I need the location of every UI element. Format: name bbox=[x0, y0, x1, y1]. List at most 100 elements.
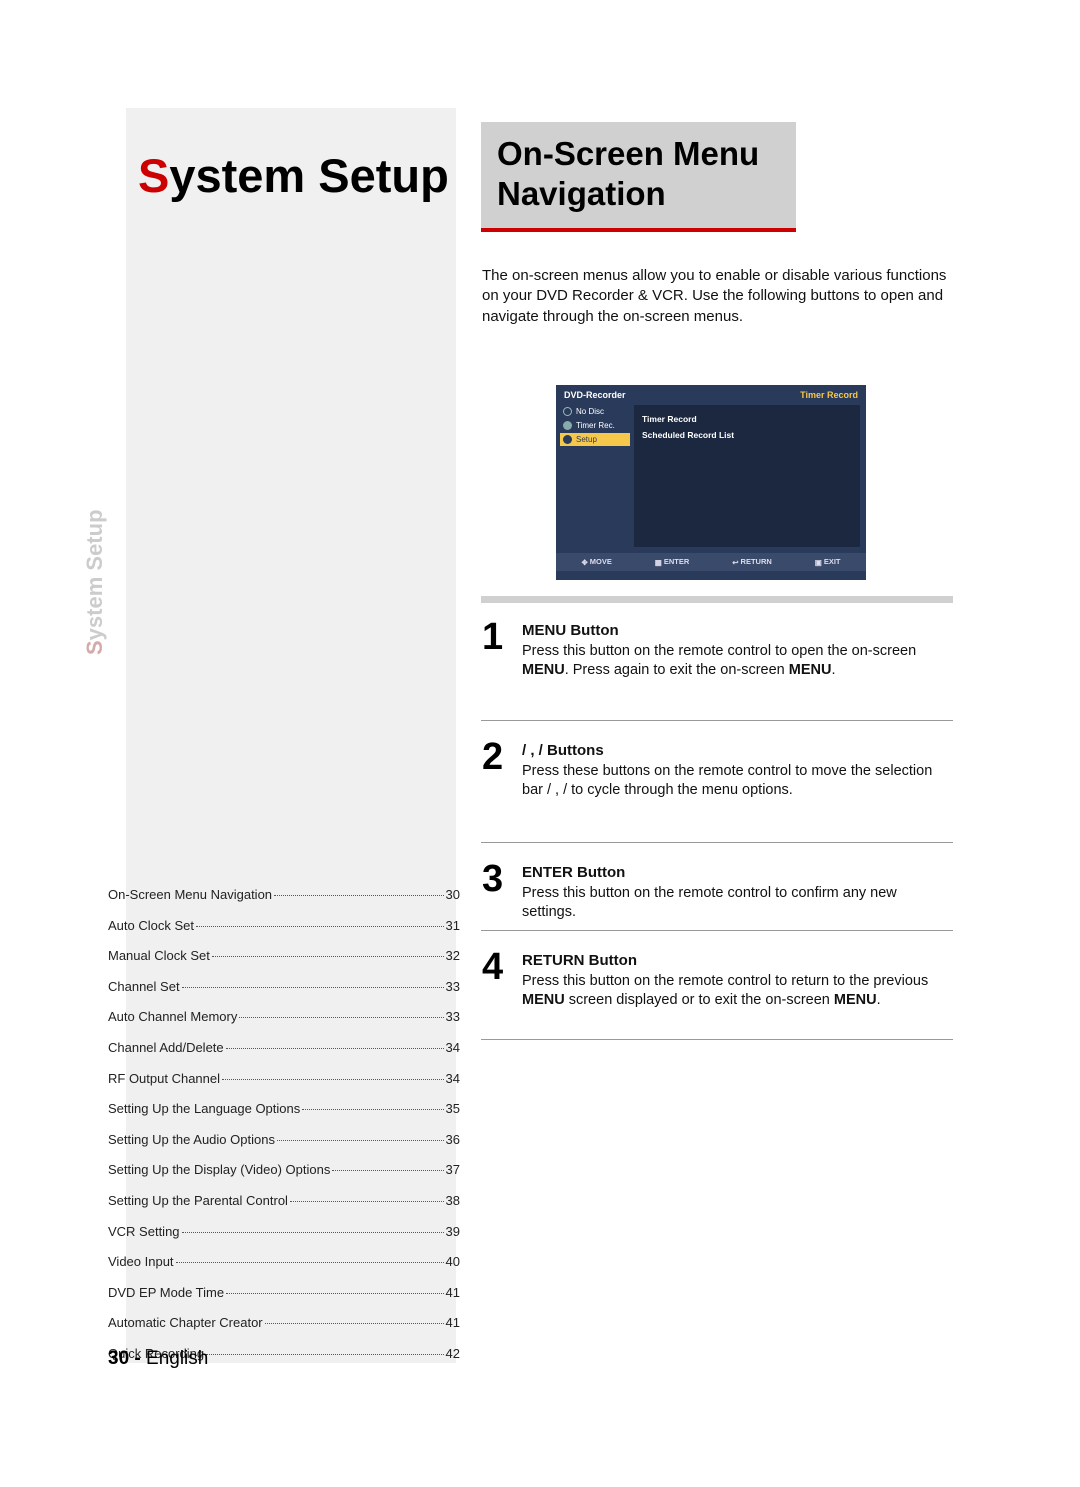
title-rest: ystem Setup bbox=[169, 149, 448, 202]
osd-left-label: Timer Rec. bbox=[576, 421, 615, 430]
title-s: S bbox=[138, 149, 169, 202]
step-text: . Press again to exit the on-screen bbox=[565, 662, 789, 678]
toc-page: 40 bbox=[446, 1254, 460, 1270]
osd-header: DVD-Recorder Timer Record bbox=[556, 385, 866, 403]
osd-right-panel: Timer Record Scheduled Record List bbox=[634, 405, 860, 547]
step-1: 1 MENU Button Press this button on the r… bbox=[482, 618, 954, 681]
toc-dots bbox=[302, 1109, 443, 1110]
step-body: / , / Buttons Press these buttons on the… bbox=[522, 738, 954, 801]
toc-label: On-Screen Menu Navigation bbox=[108, 887, 272, 903]
osd-left-item: No Disc bbox=[560, 405, 630, 418]
step-heading: RETURN Button bbox=[522, 952, 637, 969]
table-of-contents: On-Screen Menu Navigation 30 Auto Clock Se… bbox=[108, 887, 460, 1377]
toc-label: Video Input bbox=[108, 1254, 174, 1270]
toc-dots bbox=[226, 1048, 444, 1049]
osd-left-label: No Disc bbox=[576, 407, 604, 416]
toc-page: 31 bbox=[446, 918, 460, 934]
toc-page: 41 bbox=[446, 1315, 460, 1331]
step-heading: MENU Button bbox=[522, 622, 619, 639]
osd-footer: ✥MOVE ▦ENTER ↩RETURN ▣EXIT bbox=[556, 553, 866, 571]
toc-page: 35 bbox=[446, 1101, 460, 1117]
toc-dots bbox=[222, 1079, 444, 1080]
osd-footer-move: ✥MOVE bbox=[581, 557, 611, 567]
toc-row: Setting Up the Parental Control38 bbox=[108, 1193, 460, 1209]
step-body: ENTER Button Press this button on the re… bbox=[522, 860, 954, 923]
toc-label: Setting Up the Display (Video) Options bbox=[108, 1162, 330, 1178]
toc-row: RF Output Channel34 bbox=[108, 1071, 460, 1087]
section-title-line2: Navigation bbox=[497, 175, 666, 212]
step-divider bbox=[481, 842, 953, 843]
toc-dots bbox=[176, 1262, 444, 1263]
toc-dots bbox=[182, 1232, 444, 1233]
page-footer: 30 - English bbox=[108, 1348, 208, 1370]
toc-row: On-Screen Menu Navigation 30 bbox=[108, 887, 460, 903]
osd-left-label: Setup bbox=[576, 435, 597, 444]
toc-dots bbox=[265, 1323, 444, 1324]
osd-right-option: Timer Record bbox=[642, 411, 852, 427]
toc-dots bbox=[182, 987, 444, 988]
toc-page: 33 bbox=[446, 1009, 460, 1025]
toc-label: VCR Setting bbox=[108, 1224, 180, 1240]
step-bold: MENU bbox=[522, 662, 565, 678]
toc-dots bbox=[277, 1140, 444, 1141]
osd-left-item: Timer Rec. bbox=[560, 419, 630, 432]
toc-row: Automatic Chapter Creator 41 bbox=[108, 1315, 460, 1331]
toc-row: Auto Clock Set 31 bbox=[108, 918, 460, 934]
osd-header-left: DVD-Recorder bbox=[564, 390, 626, 400]
toc-label: Manual Clock Set bbox=[108, 948, 210, 964]
osd-header-right: Timer Record bbox=[800, 390, 858, 400]
toc-label: Auto Clock Set bbox=[108, 918, 194, 934]
section-heading-box: On-Screen Menu Navigation bbox=[481, 122, 796, 232]
step-number: 2 bbox=[482, 738, 512, 801]
step-divider bbox=[481, 930, 953, 931]
section-title-line1: On-Screen Menu bbox=[497, 135, 759, 172]
toc-label: Channel Add/Delete bbox=[108, 1040, 224, 1056]
toc-page: 42 bbox=[446, 1346, 460, 1362]
step-body: MENU Button Press this button on the rem… bbox=[522, 618, 954, 681]
toc-row: DVD EP Mode Time 41 bbox=[108, 1285, 460, 1301]
intro-paragraph: The on-screen menus allow you to enable … bbox=[482, 266, 952, 327]
step-divider bbox=[481, 720, 953, 721]
step-text: Press this button on the remote control … bbox=[522, 885, 897, 921]
toc-dots bbox=[274, 895, 444, 896]
toc-row: Setting Up the Audio Options36 bbox=[108, 1132, 460, 1148]
step-text: Press these buttons on the remote contro… bbox=[522, 763, 932, 799]
step-bold: MENU bbox=[834, 992, 877, 1008]
side-tab-s: S bbox=[82, 640, 107, 655]
step-divider bbox=[481, 1039, 953, 1040]
toc-dots bbox=[212, 956, 444, 957]
osd-right-option: Scheduled Record List bbox=[642, 427, 852, 443]
step-text: screen displayed or to exit the on-scree… bbox=[565, 992, 834, 1008]
toc-label: Setting Up the Language Options bbox=[108, 1101, 300, 1117]
osd-body: No Disc Timer Rec. Setup Timer Record Sc… bbox=[556, 403, 866, 553]
osd-screenshot: DVD-Recorder Timer Record No Disc Timer … bbox=[556, 385, 866, 580]
toc-page: 30 bbox=[446, 887, 460, 903]
toc-page: 41 bbox=[446, 1285, 460, 1301]
osd-footer-exit: ▣EXIT bbox=[815, 557, 841, 567]
step-number: 1 bbox=[482, 618, 512, 681]
clock-icon bbox=[563, 421, 572, 430]
osd-left-column: No Disc Timer Rec. Setup bbox=[556, 403, 634, 553]
gear-icon bbox=[563, 435, 572, 444]
step-2: 2 / , / Buttons Press these buttons on t… bbox=[482, 738, 954, 801]
step-text: . bbox=[831, 662, 835, 678]
toc-row: Auto Channel Memory33 bbox=[108, 1009, 460, 1025]
toc-row: Channel Set33 bbox=[108, 979, 460, 995]
toc-row: Video Input 40 bbox=[108, 1254, 460, 1270]
page-title: System Setup bbox=[138, 148, 449, 203]
toc-row: Setting Up the Display (Video) Options 37 bbox=[108, 1162, 460, 1178]
toc-dots bbox=[206, 1354, 443, 1355]
toc-dots bbox=[196, 926, 444, 927]
toc-dots bbox=[239, 1017, 443, 1018]
toc-page: 33 bbox=[446, 979, 460, 995]
toc-label: Setting Up the Parental Control bbox=[108, 1193, 288, 1209]
step-text: . bbox=[877, 992, 881, 1008]
toc-page: 36 bbox=[446, 1132, 460, 1148]
toc-label: DVD EP Mode Time bbox=[108, 1285, 224, 1301]
toc-row: Setting Up the Language Options 35 bbox=[108, 1101, 460, 1117]
toc-page: 37 bbox=[446, 1162, 460, 1178]
step-top-bar bbox=[481, 596, 953, 603]
toc-label: RF Output Channel bbox=[108, 1071, 220, 1087]
toc-dots bbox=[290, 1201, 444, 1202]
toc-label: Automatic Chapter Creator bbox=[108, 1315, 263, 1331]
